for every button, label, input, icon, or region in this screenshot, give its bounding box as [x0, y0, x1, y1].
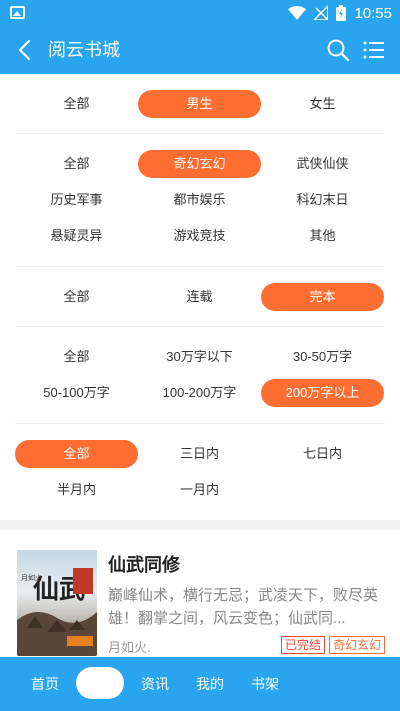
filter-option[interactable]: 全部	[15, 150, 138, 178]
filter-option[interactable]: 都市娱乐	[138, 186, 261, 214]
book-title: 仙武同修	[108, 555, 180, 575]
filter-option[interactable]: 完本	[261, 283, 384, 311]
filter-option[interactable]: 全部	[15, 343, 138, 371]
genre-badge: 奇幻玄幻	[328, 636, 385, 654]
app-bar: 阅云书城	[0, 26, 400, 74]
no-signal-icon	[314, 6, 329, 20]
filter-option[interactable]: 三日内	[138, 440, 261, 468]
filter-option[interactable]: 全部	[15, 283, 138, 311]
filter-option[interactable]: 其他	[261, 222, 384, 250]
cover-author-text: 月如火	[21, 573, 42, 582]
filter-option[interactable]: 连载	[138, 283, 261, 311]
book-author: 月如火.	[108, 640, 151, 655]
page-title: 阅云书城	[48, 40, 120, 60]
book-cover-image: 仙武 月如火	[17, 550, 97, 656]
filter-option[interactable]: 一月内	[138, 476, 261, 504]
image-notification-icon	[10, 6, 25, 19]
nav-mine[interactable]: 我的	[196, 674, 224, 694]
nav-bookshelf[interactable]: 书架	[251, 674, 279, 694]
filter-option[interactable]: 科幻末日	[261, 186, 384, 214]
book-tags: 已完结 奇幻玄幻	[280, 636, 385, 654]
status-icons: 10:55	[288, 4, 392, 22]
nav-home[interactable]: 首页	[31, 674, 59, 694]
bottom-navigation: 首页 资讯 我的 书架	[0, 657, 400, 711]
wifi-icon	[288, 6, 307, 20]
filter-option[interactable]: 七日内	[261, 440, 384, 468]
battery-charging-icon	[336, 5, 347, 21]
gender-filter: 全部 男生 女生	[15, 74, 385, 134]
status-badge: 已完结	[280, 636, 325, 654]
status-filter: 全部 连载 完本	[15, 267, 385, 327]
filter-option[interactable]: 全部	[15, 440, 138, 468]
filter-option[interactable]: 30万字以下	[138, 343, 261, 371]
filter-option[interactable]: 武侠仙侠	[261, 150, 384, 178]
list-menu-icon[interactable]	[362, 38, 386, 62]
filter-option[interactable]: 奇幻玄幻	[138, 150, 261, 178]
filter-option[interactable]: 历史军事	[15, 186, 138, 214]
filter-option[interactable]: 游戏竞技	[138, 222, 261, 250]
book-list-item[interactable]: 仙武 月如火 仙武同修 巅峰仙术，横行无忌；武凌天下，败尽英雄！翻掌之间，风云变…	[15, 546, 385, 656]
status-bar: 10:55	[0, 0, 400, 26]
search-icon[interactable]	[326, 38, 350, 62]
book-description: 巅峰仙术，横行无忌；武凌天下，败尽英雄！翻掌之间，风云变色；仙武同...	[108, 587, 379, 627]
filter-panel: 全部 男生 女生 全部 奇幻玄幻 武侠仙侠 历史军事 都市娱乐 科幻末日 悬疑灵…	[0, 74, 400, 521]
filter-option[interactable]: 100-200万字	[138, 379, 261, 407]
clock: 10:55	[354, 4, 392, 22]
filter-option[interactable]: 50-100万字	[15, 379, 138, 407]
filter-option[interactable]: 女生	[261, 90, 384, 118]
word-count-filter: 全部 30万字以下 30-50万字 50-100万字 100-200万字 200…	[15, 327, 385, 424]
filter-option[interactable]: 男生	[138, 90, 261, 118]
filter-option[interactable]: 悬疑灵异	[15, 222, 138, 250]
filter-option[interactable]: 30-50万字	[261, 343, 384, 371]
cover-art: 仙武 月如火	[17, 568, 97, 656]
back-arrow-icon[interactable]	[14, 38, 38, 62]
filter-option[interactable]: 半月内	[15, 476, 138, 504]
nav-active-pill[interactable]	[76, 667, 124, 699]
filter-option[interactable]: 200万字以上	[261, 379, 384, 407]
nav-news[interactable]: 资讯	[141, 674, 169, 694]
update-time-filter: 全部 三日内 七日内 半月内 一月内	[15, 424, 385, 521]
category-filter: 全部 奇幻玄幻 武侠仙侠 历史军事 都市娱乐 科幻末日 悬疑灵异 游戏竞技 其他	[15, 134, 385, 267]
filter-option[interactable]: 全部	[15, 90, 138, 118]
section-divider	[0, 520, 400, 530]
